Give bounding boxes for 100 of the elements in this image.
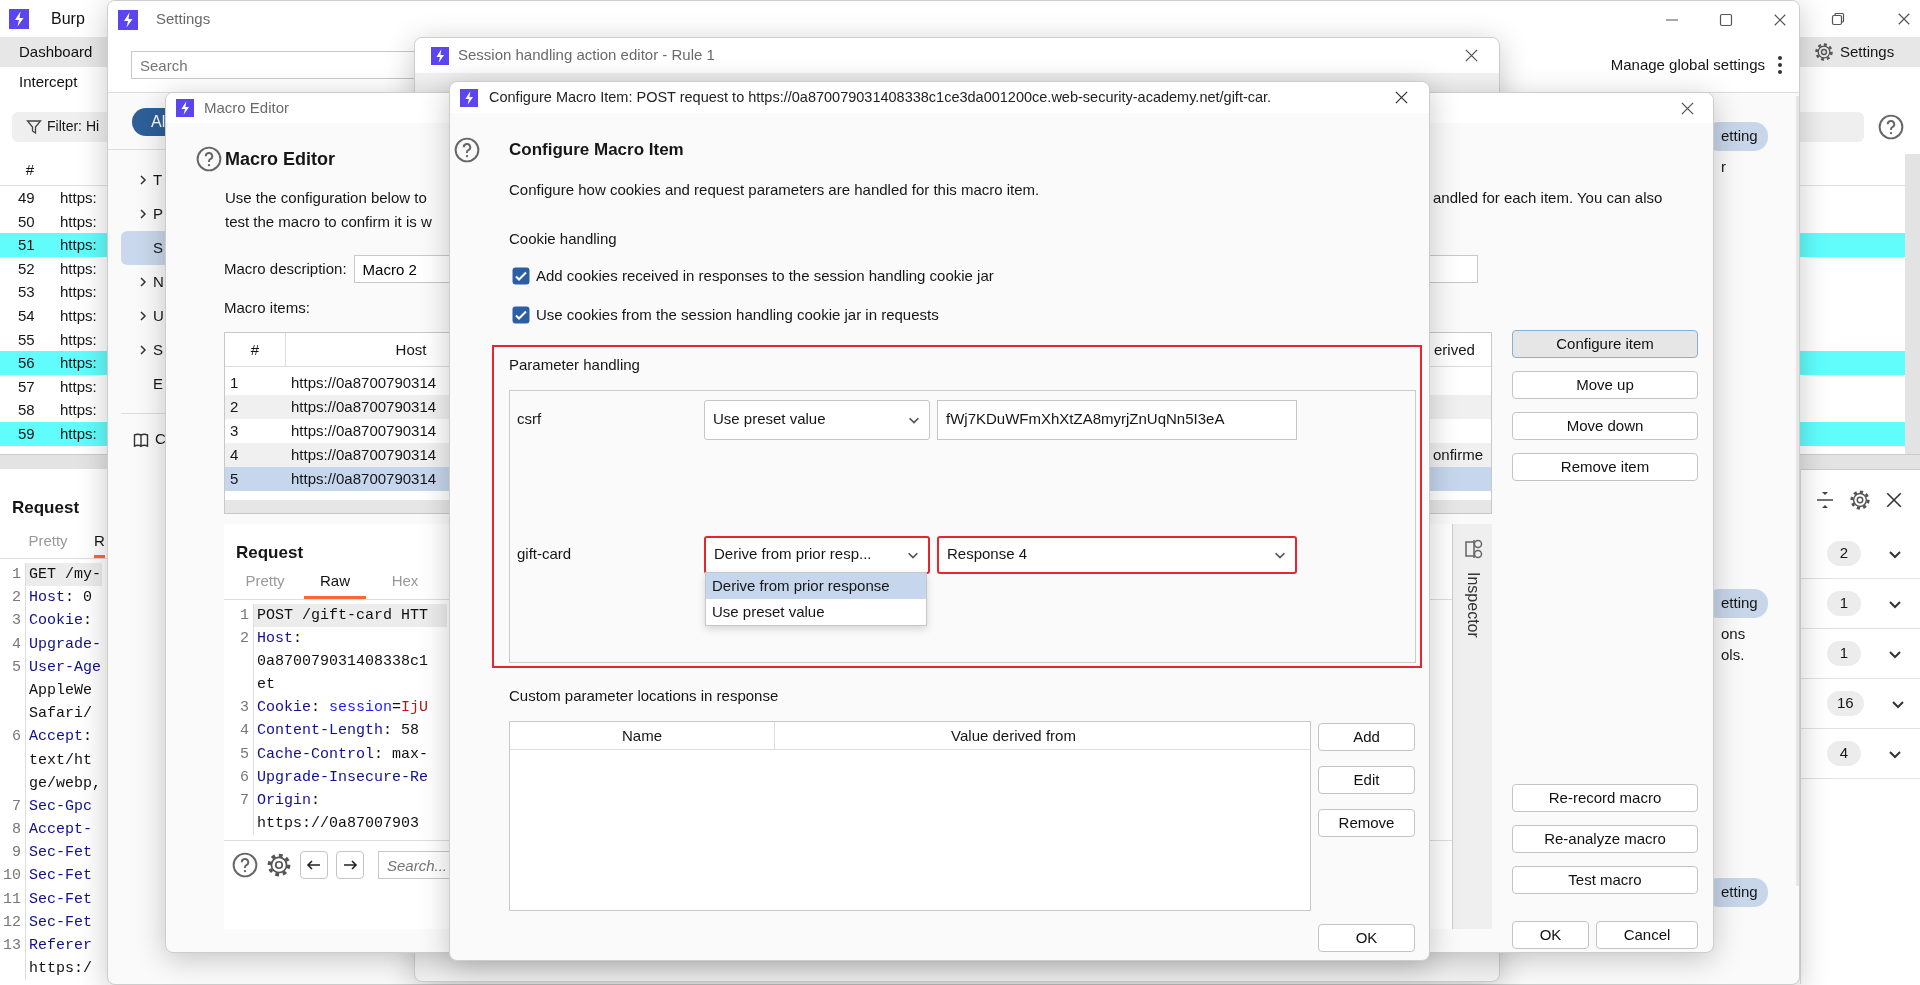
checkbox-label: Add cookies received in responses to the session handling cookie jar [536, 265, 994, 286]
code-line: Content-Length: 58 [256, 721, 421, 742]
description-text: ols. [1720, 645, 1745, 665]
line-number: 8 [0, 818, 26, 842]
section-label: Parameter handling [509, 355, 640, 374]
line-number: 10 [0, 864, 26, 888]
line-number: 2 [224, 626, 254, 650]
code-line: Sec-Gpc [28, 796, 93, 817]
code-line: Upgrade- [28, 634, 102, 655]
count-pill: 16 [1827, 691, 1864, 716]
window-title: Session handling action editor - Rule 1 [458, 45, 715, 66]
line-number: 7 [224, 789, 254, 813]
code-line: User-Age [28, 657, 102, 678]
code-line: text/ht [28, 750, 93, 771]
code-line: 0a870079031408338c1 [256, 651, 430, 672]
table-cell-text: https: [60, 353, 97, 374]
table-cell-text: 1 [229, 372, 240, 393]
line-number: 12 [0, 910, 26, 934]
line-number: 3 [0, 609, 26, 633]
line-number: 7 [0, 794, 26, 819]
table-cell-text: 54 [17, 305, 36, 326]
panel-title: Request [236, 541, 304, 564]
table-cell-text: 58 [17, 400, 36, 421]
table-cell-text: 56 [17, 353, 36, 374]
table-cell-text: 59 [17, 423, 36, 444]
code-line: Upgrade-Insecure-Re [256, 767, 430, 788]
code-line: Sec-Fet [28, 912, 93, 933]
code-line: Cookie: session=IjU [256, 698, 430, 719]
table-cell-text: 57 [17, 376, 36, 397]
table-cell-text: onfirme [1432, 444, 1485, 465]
count-pill: 2 [1827, 541, 1861, 566]
table-cell-text: https: [60, 423, 97, 444]
field-label: Macro items: [224, 298, 310, 317]
table-cell-text: https: [60, 282, 97, 303]
line-number: 4 [224, 719, 254, 743]
dialog-heading: Macro Editor [225, 147, 335, 171]
line-number: 5 [0, 655, 26, 679]
code-line: Referer [28, 936, 93, 956]
code-line: Accept: [28, 727, 94, 748]
table-cell-text: https://0a8700790314 [290, 396, 437, 417]
parameter-name: csrf [517, 410, 542, 428]
table-cell-text: https: [60, 400, 97, 421]
line-number: 6 [0, 725, 26, 749]
parameter-name: gift-card [517, 545, 572, 563]
code-line: https://0a87007903 [256, 814, 421, 835]
line-number: 4 [0, 632, 26, 656]
code-line: Accept- [28, 820, 93, 841]
window-title: Burp [51, 8, 85, 29]
line-number: 2 [0, 586, 26, 610]
section-label: Cookie handling [509, 228, 617, 248]
code-line: Origin: [256, 791, 322, 811]
table-cell-text: 3 [229, 420, 240, 441]
table-cell-text: https: [60, 376, 97, 397]
section-label: Custom parameter locations in response [509, 686, 779, 705]
table-cell-text: 51 [17, 235, 36, 256]
count-pill: 1 [1827, 591, 1861, 616]
field-label: Macro description: [224, 258, 347, 279]
table-cell-text: https: [60, 211, 97, 232]
code-line: Sec-Fet [28, 843, 93, 864]
line-number: 6 [224, 765, 254, 789]
dialog-heading: Configure Macro Item [509, 139, 684, 162]
description-text: r [1720, 157, 1726, 177]
code-line: Cache-Control: max- [256, 744, 430, 765]
table-cell-text: 5 [229, 468, 240, 489]
description-text: andled for each item. You can also [1433, 188, 1663, 208]
table-cell-text: https://0a8700790314 [290, 468, 437, 489]
code-line: Sec-Fet [28, 866, 93, 887]
table-cell-text: https: [60, 329, 97, 350]
table-cell-text: 52 [17, 258, 36, 279]
line-number: 11 [0, 887, 26, 911]
code-line: et [256, 675, 276, 696]
checkbox-label: Use cookies from the session handling cookie jar in requests [536, 304, 939, 325]
window-title: Configure Macro Item: POST request to https://0a870079031408338c1ce3da001200ce.web-security-academy.net/gift-car. [489, 87, 1272, 107]
code-line: AppleWe [28, 680, 93, 701]
table-cell-text: https://0a8700790314 [290, 372, 437, 393]
table-cell-text: https: [60, 188, 97, 208]
code-line: https:/ [28, 959, 93, 980]
line-number: 5 [224, 742, 254, 766]
table-cell-text: https://0a8700790314 [290, 420, 437, 441]
code-line: Safari/ [28, 704, 93, 725]
table-cell-text: 55 [17, 329, 36, 350]
panel-title: Request [12, 497, 80, 519]
line-number: 3 [224, 696, 254, 720]
table-cell-text: 53 [17, 282, 36, 303]
table-cell-text: 2 [229, 396, 240, 417]
code-line: Cookie: [28, 611, 94, 632]
table-cell-text: https: [60, 235, 97, 256]
window-title: Settings [156, 9, 211, 30]
line-number: 13 [0, 934, 26, 958]
description-text: Configure how cookies and request parameters are handled for this macro item. [509, 180, 1040, 199]
table-cell-text: https://0a8700790314 [290, 444, 437, 465]
count-pill: 1 [1827, 641, 1861, 666]
code-line: ge/webp, [28, 773, 102, 794]
window-title: Macro Editor [204, 97, 290, 118]
description-text: ons [1720, 624, 1746, 644]
table-cell-text: 49 [17, 188, 36, 208]
description-text: Use the configuration below to [225, 188, 428, 208]
code-line: Host: [256, 628, 304, 649]
table-cell-text: 50 [17, 211, 36, 232]
count-pill: 4 [1827, 741, 1861, 766]
